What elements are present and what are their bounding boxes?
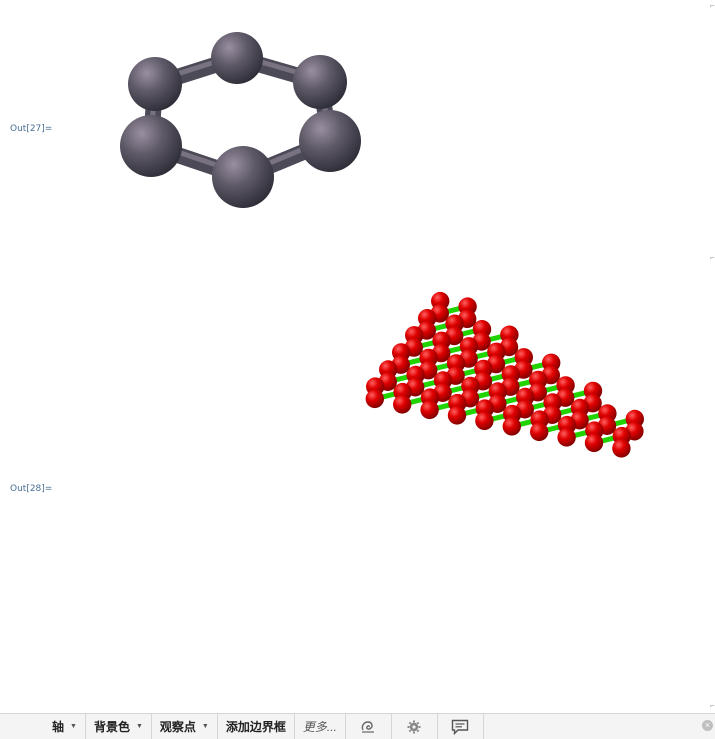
viewpoint-menu-button[interactable]: 观察点 ▼ <box>152 714 218 739</box>
atom <box>448 406 466 424</box>
atom <box>366 390 384 408</box>
background-color-menu-button[interactable]: 背景色 ▼ <box>86 714 152 739</box>
close-icon[interactable]: × <box>702 720 713 731</box>
graphics-toolbar: 轴 ▼ 背景色 ▼ 观察点 ▼ 添加边界框 更多... <box>0 713 715 739</box>
atom <box>475 412 493 430</box>
more-label: 更多... <box>303 718 337 735</box>
chevron-down-icon: ▼ <box>202 723 209 730</box>
add-bounding-box-label: 添加边界框 <box>226 718 286 735</box>
background-color-label: 背景色 <box>94 718 130 735</box>
viewpoint-label: 观察点 <box>160 718 196 735</box>
graphene-sheet-graphic[interactable] <box>0 0 715 713</box>
atom <box>585 434 603 452</box>
comment-icon <box>451 719 469 735</box>
swirl-button[interactable] <box>346 714 392 739</box>
atom <box>420 401 438 419</box>
axes-menu-button[interactable]: 轴 ▼ <box>44 714 86 739</box>
comment-button[interactable] <box>438 714 484 739</box>
chevron-down-icon: ▼ <box>70 723 77 730</box>
atom <box>393 395 411 413</box>
atom <box>503 417 521 435</box>
gear-icon <box>407 720 421 734</box>
chevron-down-icon: ▼ <box>136 723 143 730</box>
add-bounding-box-button[interactable]: 添加边界框 <box>218 714 295 739</box>
more-button[interactable]: 更多... <box>295 714 346 739</box>
atom <box>557 428 575 446</box>
atom <box>530 423 548 441</box>
settings-button[interactable] <box>392 714 438 739</box>
swirl-icon <box>360 720 376 734</box>
atom <box>612 439 630 457</box>
axes-menu-label: 轴 <box>52 718 64 735</box>
